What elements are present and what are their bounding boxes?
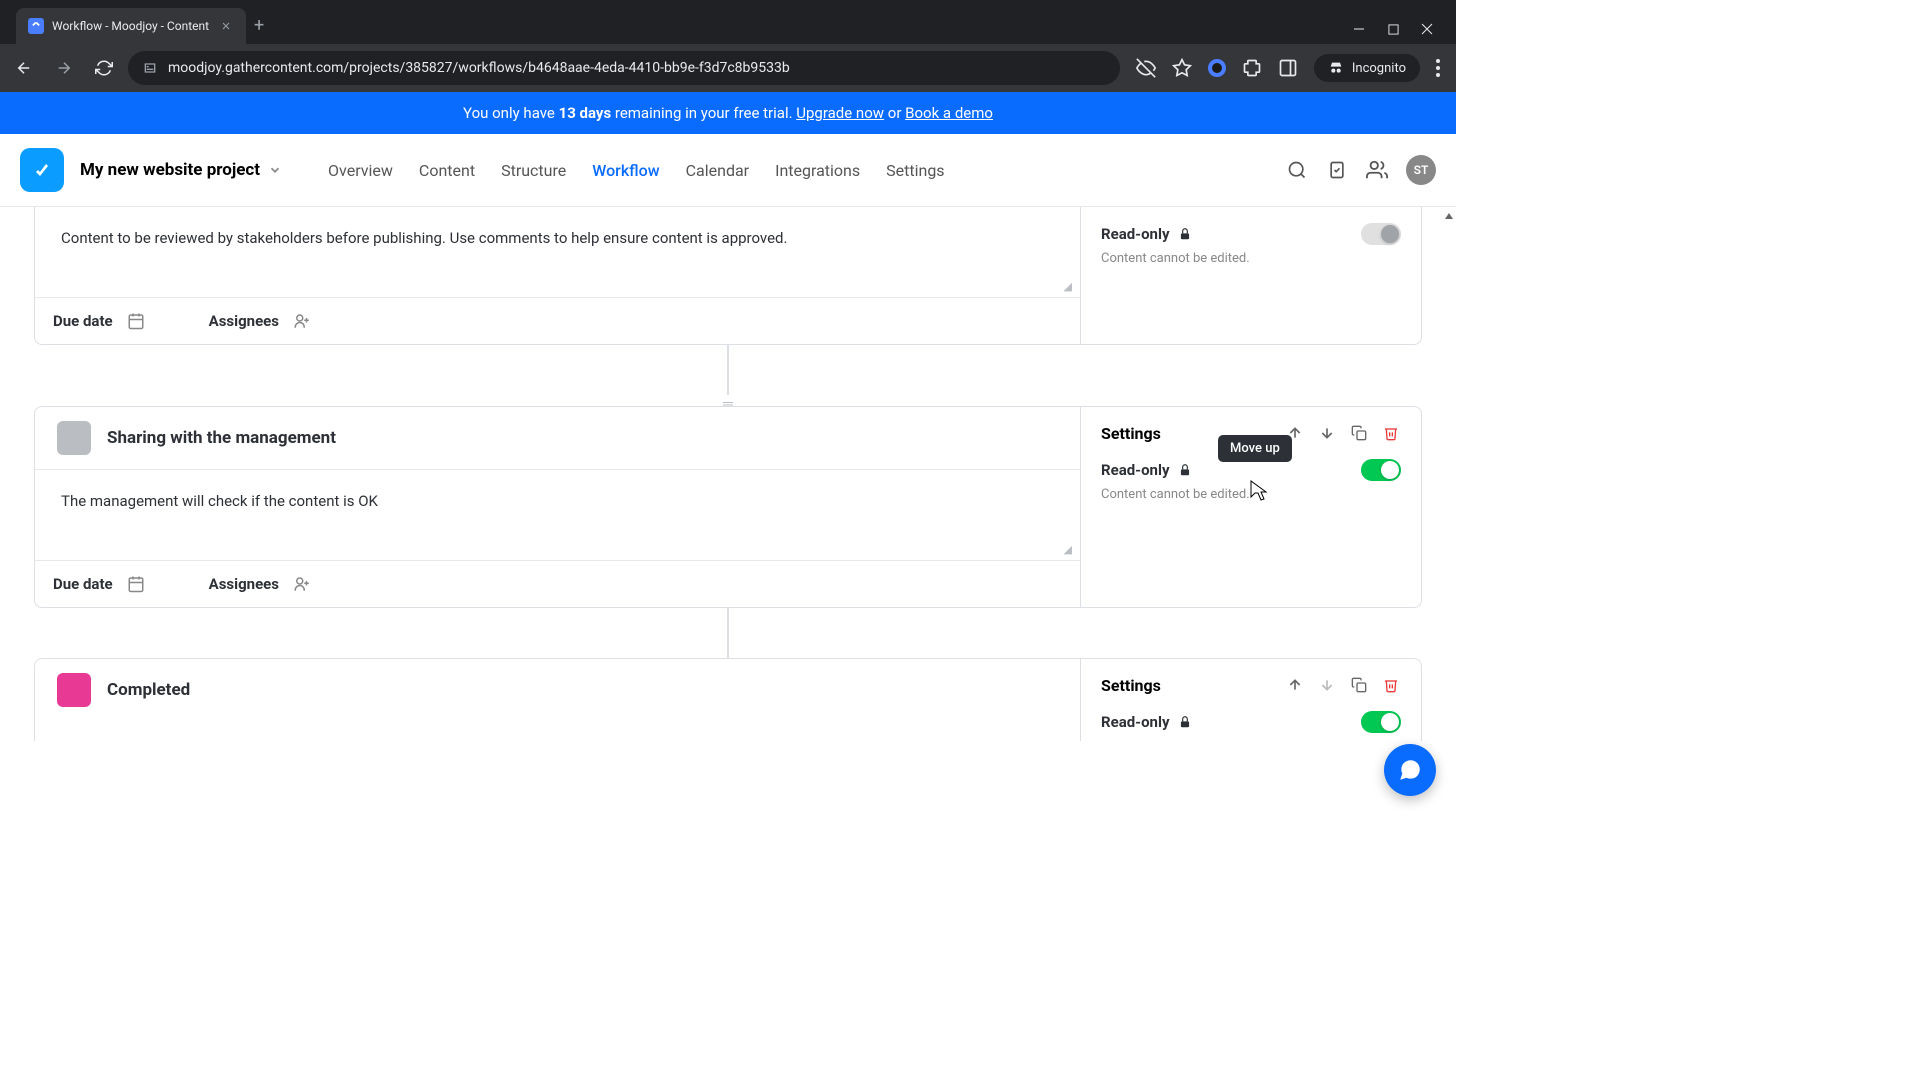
resize-handle-icon[interactable]: ◢ xyxy=(1064,543,1072,556)
scroll-up-icon[interactable] xyxy=(1442,209,1456,223)
browser-tab[interactable]: Workflow - Moodjoy - Content xyxy=(16,8,246,44)
lock-icon xyxy=(1178,715,1192,729)
drag-handle-icon[interactable]: ═ xyxy=(34,395,1422,412)
readonly-toggle[interactable] xyxy=(1361,711,1401,733)
close-icon[interactable] xyxy=(218,18,234,34)
workflow-step-card: Completed Settings Read-only xyxy=(34,658,1422,741)
maximize-icon[interactable] xyxy=(1386,22,1400,36)
calendar-icon[interactable] xyxy=(127,312,145,330)
scrollbar[interactable] xyxy=(1442,207,1456,843)
main-nav: Overview Content Structure Workflow Cale… xyxy=(328,161,945,180)
app-header: My new website project Overview Content … xyxy=(0,134,1456,207)
extensions-icon[interactable] xyxy=(1242,58,1262,78)
reload-button[interactable] xyxy=(88,52,120,84)
settings-heading: Settings xyxy=(1101,424,1161,443)
nav-content[interactable]: Content xyxy=(419,161,475,180)
nav-calendar[interactable]: Calendar xyxy=(686,161,749,180)
workflow-step-card: Sharing with the management The manageme… xyxy=(34,406,1422,608)
search-icon[interactable] xyxy=(1286,159,1308,181)
nav-integrations[interactable]: Integrations xyxy=(775,161,860,180)
star-icon[interactable] xyxy=(1172,58,1192,78)
readonly-label: Read-only xyxy=(1101,225,1170,243)
move-down-button[interactable] xyxy=(1317,423,1337,443)
chat-bubble-button[interactable] xyxy=(1384,744,1436,796)
connector-line xyxy=(727,608,729,658)
readonly-toggle[interactable] xyxy=(1361,459,1401,481)
add-person-icon[interactable] xyxy=(293,312,311,330)
lock-icon xyxy=(1178,227,1192,241)
chat-icon xyxy=(1397,757,1423,783)
readonly-hint: Content cannot be edited. xyxy=(1101,251,1401,266)
resize-handle-icon[interactable]: ◢ xyxy=(1064,280,1072,293)
avatar[interactable]: ST xyxy=(1406,155,1436,185)
forward-button[interactable] xyxy=(48,52,80,84)
tab-favicon-icon xyxy=(28,18,44,34)
back-button[interactable] xyxy=(8,52,40,84)
step-title[interactable]: Sharing with the management xyxy=(107,428,336,448)
browser-tab-bar: Workflow - Moodjoy - Content + xyxy=(0,0,1456,44)
minimize-icon[interactable] xyxy=(1352,22,1366,36)
more-icon[interactable] xyxy=(1436,59,1440,77)
connector-line xyxy=(727,345,729,395)
upgrade-link[interactable]: Upgrade now xyxy=(796,104,884,122)
calendar-icon[interactable] xyxy=(127,575,145,593)
move-down-button xyxy=(1317,675,1337,695)
add-person-icon[interactable] xyxy=(293,575,311,593)
trial-banner: You only have 13 days remaining in your … xyxy=(0,92,1456,134)
step-description[interactable]: The management will check if the content… xyxy=(35,470,1080,560)
color-swatch[interactable] xyxy=(57,421,91,455)
app-logo-icon[interactable] xyxy=(20,148,64,192)
url-bar[interactable]: moodjoy.gathercontent.com/projects/38582… xyxy=(128,51,1120,85)
settings-heading: Settings xyxy=(1101,676,1161,695)
delete-button[interactable] xyxy=(1381,423,1401,443)
assignees-label: Assignees xyxy=(209,312,279,330)
eye-off-icon[interactable] xyxy=(1136,58,1156,78)
lock-icon xyxy=(1178,463,1192,477)
nav-workflow[interactable]: Workflow xyxy=(592,161,659,180)
color-swatch[interactable] xyxy=(57,673,91,707)
copy-button[interactable] xyxy=(1349,675,1369,695)
sidebar-icon[interactable] xyxy=(1278,58,1298,78)
workflow-content: Content to be reviewed by stakeholders b… xyxy=(0,207,1456,843)
workflow-step-card: Content to be reviewed by stakeholders b… xyxy=(34,207,1422,345)
step-title[interactable]: Completed xyxy=(107,680,190,700)
readonly-toggle[interactable] xyxy=(1361,223,1401,245)
delete-button[interactable] xyxy=(1381,675,1401,695)
book-demo-link[interactable]: Book a demo xyxy=(905,104,993,122)
assignees-label: Assignees xyxy=(209,575,279,593)
nav-settings[interactable]: Settings xyxy=(886,161,944,180)
readonly-hint: Content cannot be edited. xyxy=(1101,487,1401,502)
nav-structure[interactable]: Structure xyxy=(501,161,566,180)
tab-title: Workflow - Moodjoy - Content xyxy=(52,19,209,33)
project-selector[interactable]: My new website project xyxy=(80,160,282,180)
close-window-icon[interactable] xyxy=(1420,22,1434,36)
incognito-icon xyxy=(1328,60,1344,76)
copy-button[interactable] xyxy=(1349,423,1369,443)
step-description[interactable]: Content to be reviewed by stakeholders b… xyxy=(35,207,1080,297)
people-icon[interactable] xyxy=(1366,159,1388,181)
browser-nav-bar: moodjoy.gathercontent.com/projects/38582… xyxy=(0,44,1456,92)
due-date-label: Due date xyxy=(53,312,113,330)
new-tab-button[interactable]: + xyxy=(246,7,272,44)
clipboard-check-icon[interactable] xyxy=(1326,159,1348,181)
move-up-button[interactable] xyxy=(1285,675,1305,695)
due-date-label: Due date xyxy=(53,575,113,593)
incognito-badge[interactable]: Incognito xyxy=(1314,54,1420,82)
readonly-label: Read-only xyxy=(1101,461,1170,479)
readonly-label: Read-only xyxy=(1101,713,1170,731)
site-info-icon[interactable] xyxy=(142,60,158,76)
url-text: moodjoy.gathercontent.com/projects/38582… xyxy=(168,60,1106,76)
chevron-down-icon xyxy=(268,163,282,177)
nav-overview[interactable]: Overview xyxy=(328,161,393,180)
tooltip: Move up xyxy=(1218,435,1292,462)
